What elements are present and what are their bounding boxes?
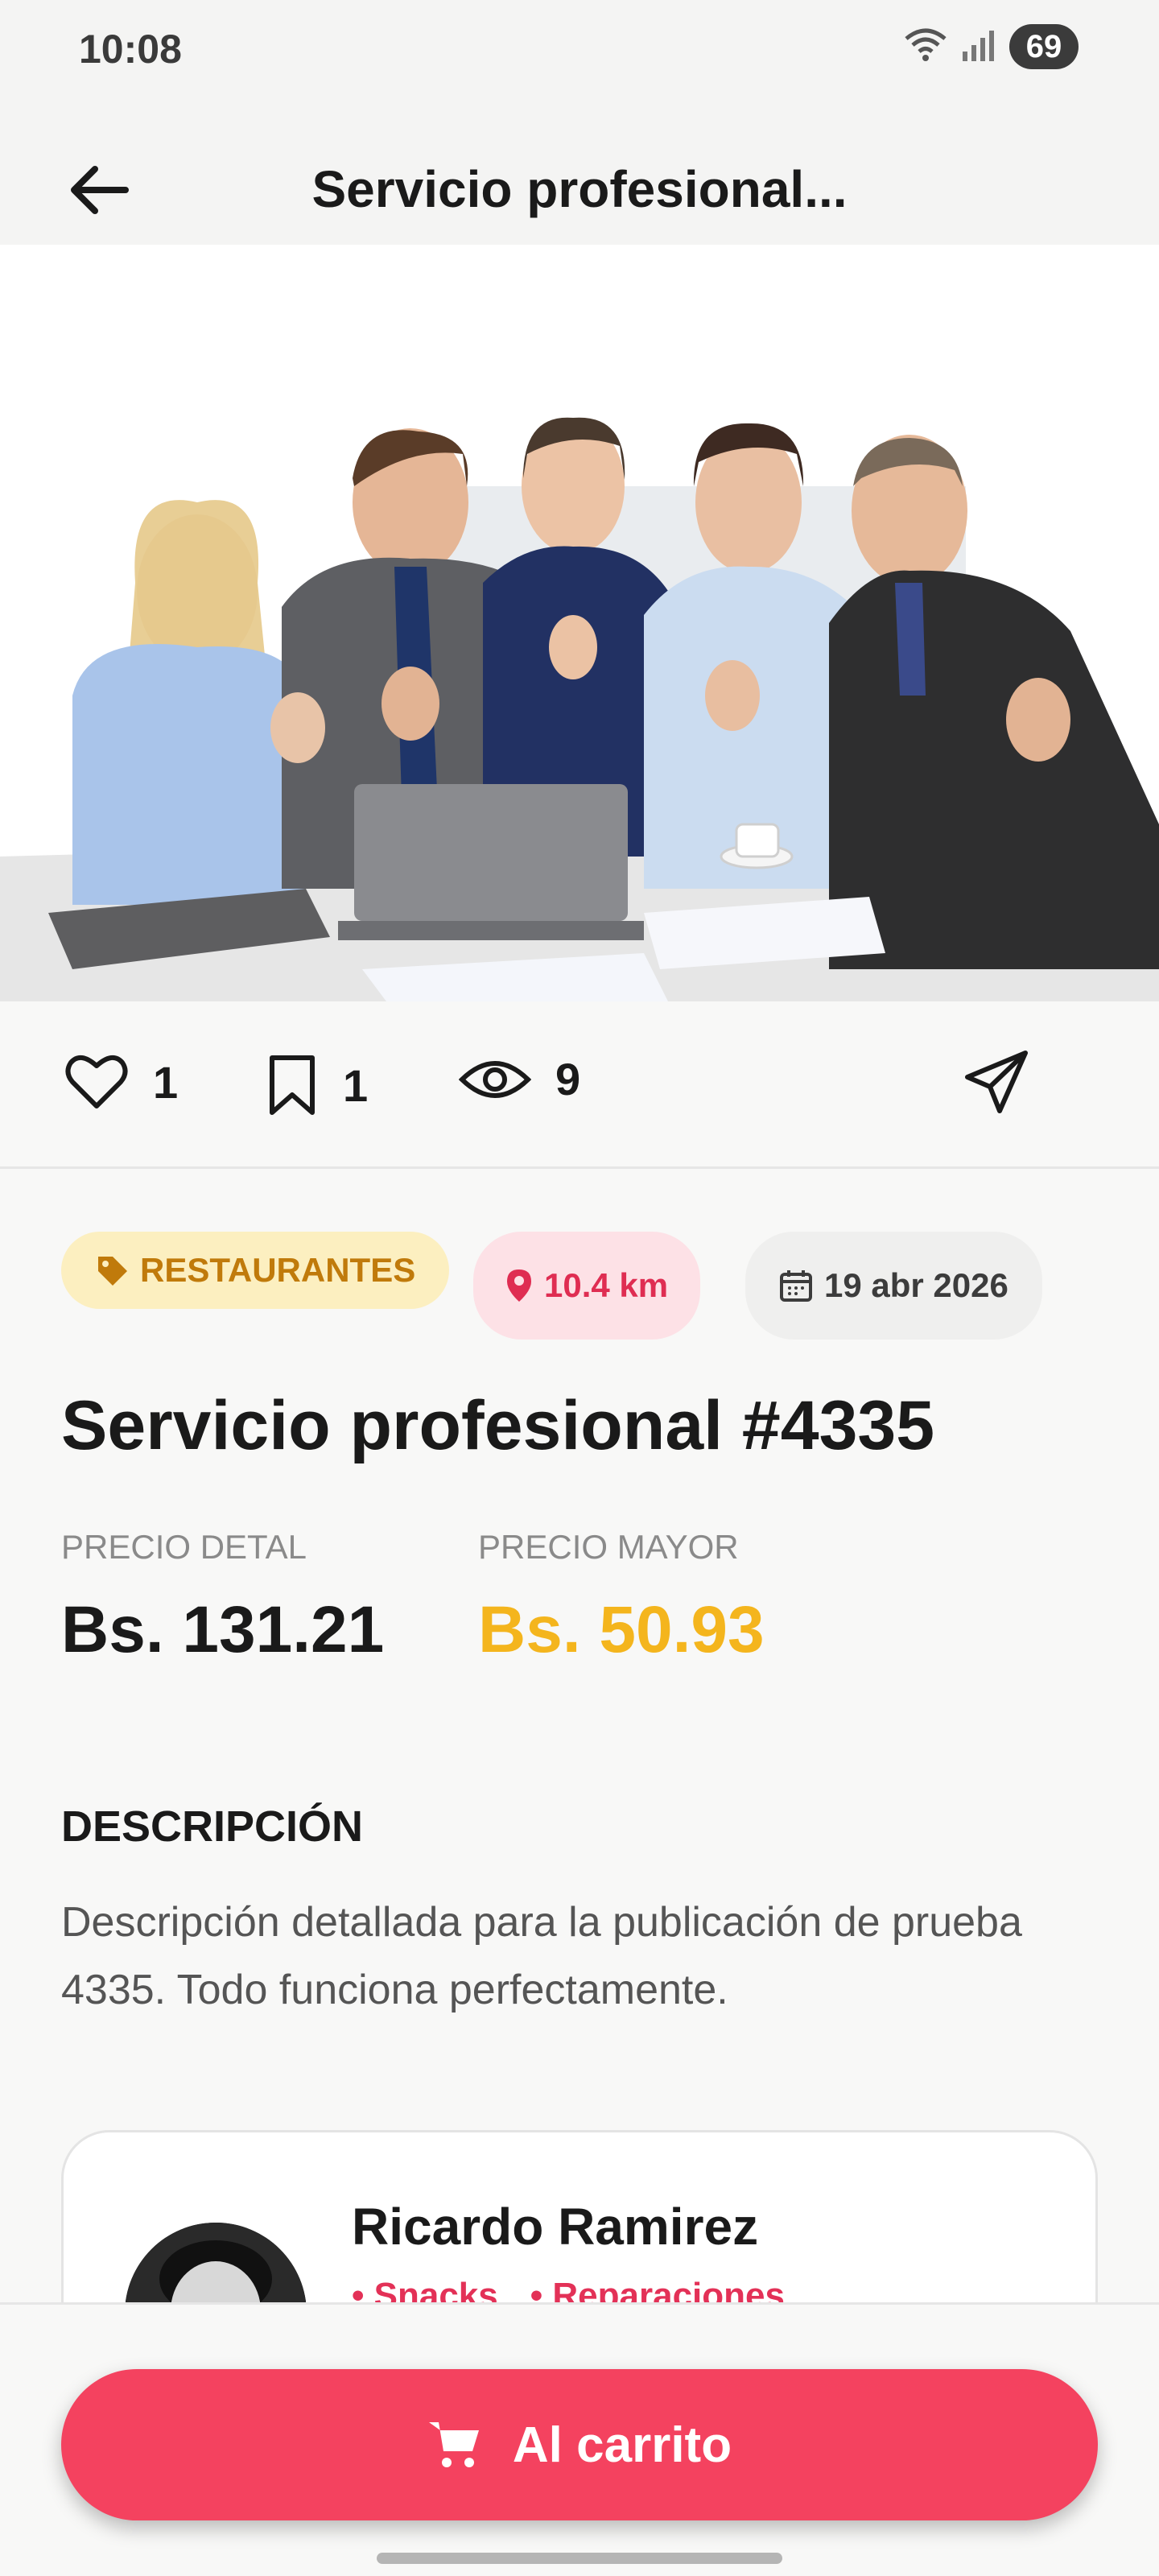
retail-price-label: PRECIO DETAL [61,1528,307,1566]
home-indicator[interactable] [377,2553,782,2564]
send-icon [965,1051,1028,1113]
views-stat: 9 [459,1053,580,1105]
save-count: 1 [343,1059,369,1111]
add-to-cart-button[interactable]: Al carrito [61,2369,1098,2520]
retail-price: Bs. 131.21 [61,1593,385,1666]
back-button[interactable] [58,150,138,230]
listing-title: Servicio profesional #4335 [61,1387,935,1464]
date-label: 19 abr 2026 [824,1266,1008,1304]
distance-label: 10.4 km [544,1266,669,1304]
eye-icon [459,1060,531,1098]
tag-icon [98,1257,127,1286]
description-text: Descripción detallada para la publicació… [61,1899,1022,2013]
heart-icon [65,1055,128,1108]
page-title: Servicio profesional... [311,160,848,218]
business-team-photo [0,245,1159,1001]
view-count: 9 [555,1054,581,1104]
share-button[interactable] [963,1048,1030,1120]
date-chip: 19 abr 2026 [745,1232,1042,1340]
status-icons: 69 [903,24,1079,69]
cart-icon [428,2422,479,2467]
engagement-bar: 1 1 9 [0,1001,1159,1169]
wholesale-price: Bs. 50.93 [478,1593,765,1666]
status-time: 10:08 [79,27,182,72]
status-bar: 10:08 69 [0,0,1159,97]
save-button[interactable]: 1 [266,1053,368,1117]
bookmark-icon [270,1055,315,1115]
wifi-icon [903,26,948,68]
battery-icon: 69 [1009,24,1079,69]
like-count: 1 [153,1056,179,1108]
wholesale-price-label: PRECIO MAYOR [478,1528,739,1566]
category-chip[interactable]: RESTAURANTES [61,1232,450,1309]
category-label: RESTAURANTES [140,1251,416,1289]
location-pin-icon [507,1269,531,1302]
like-button[interactable]: 1 [64,1053,178,1111]
calendar-icon [780,1270,812,1302]
bottom-bar: Al carrito [0,2302,1159,2576]
distance-chip[interactable]: 10.4 km [473,1232,701,1340]
seller-name: Ricardo Ramirez [352,2198,759,2256]
arrow-left-icon [71,166,129,214]
description-heading: DESCRIPCIÓN [61,1802,364,1851]
add-to-cart-label: Al carrito [512,2417,732,2473]
signal-icon [961,27,996,67]
listing-image[interactable] [0,245,1159,1001]
app-bar: Servicio profesional... [0,97,1159,245]
